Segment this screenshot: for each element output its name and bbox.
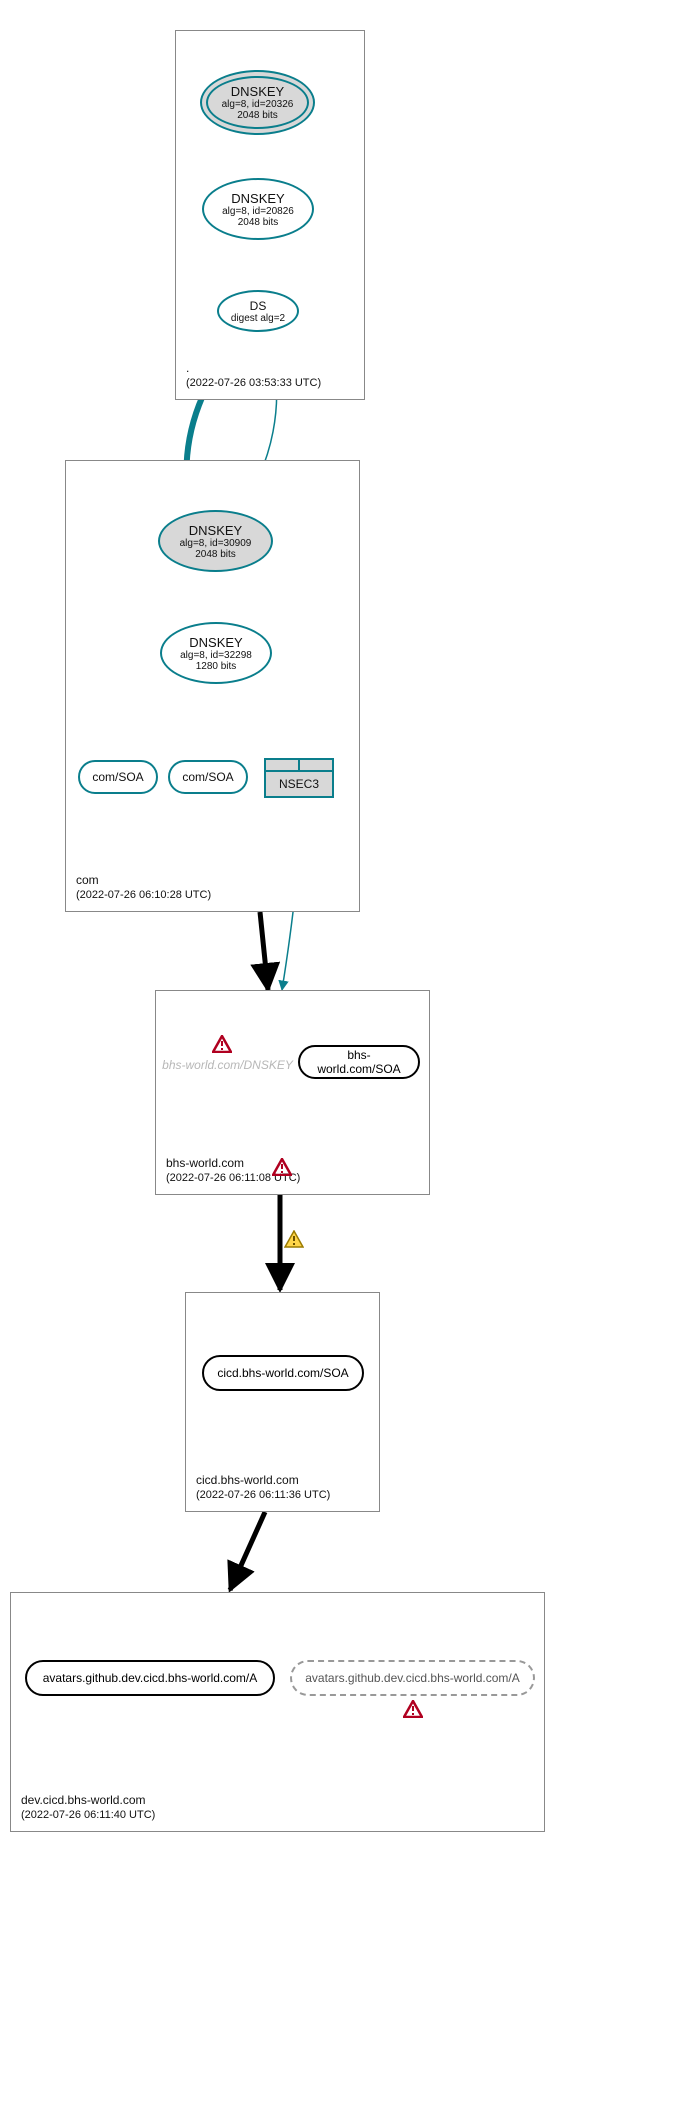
node-dev-a-1[interactable]: avatars.github.dev.cicd.bhs-world.com/A	[25, 1660, 275, 1696]
node-com-nsec3[interactable]: NSEC3	[264, 758, 334, 798]
zone-cicd-label: cicd.bhs-world.com (2022-07-26 06:11:36 …	[196, 1472, 330, 1503]
node-root-zsk-title: DNSKEY	[231, 191, 284, 206]
node-com-ksk[interactable]: DNSKEY alg=8, id=30909 2048 bits	[158, 510, 273, 572]
zone-dev-timestamp: (2022-07-26 06:11:40 UTC)	[21, 1808, 155, 1823]
node-cicd-soa[interactable]: cicd.bhs-world.com/SOA	[202, 1355, 364, 1391]
zone-com-timestamp: (2022-07-26 06:10:28 UTC)	[76, 888, 211, 903]
node-root-ksk[interactable]: DNSKEY alg=8, id=20326 2048 bits	[200, 70, 315, 135]
node-dev-a-2-label: avatars.github.dev.cicd.bhs-world.com/A	[305, 1671, 520, 1685]
node-root-ds-title: DS	[250, 299, 267, 313]
zone-cicd: cicd.bhs-world.com (2022-07-26 06:11:36 …	[185, 1292, 380, 1512]
zone-dev: dev.cicd.bhs-world.com (2022-07-26 06:11…	[10, 1592, 545, 1832]
zone-root-label: . (2022-07-26 03:53:33 UTC)	[186, 360, 321, 391]
node-com-zsk-alg: alg=8, id=32298	[180, 650, 252, 661]
node-root-ksk-bits: 2048 bits	[237, 110, 278, 121]
zone-dev-name: dev.cicd.bhs-world.com	[21, 1792, 155, 1808]
node-root-ds-alg: digest alg=2	[231, 313, 285, 324]
zone-root-name: .	[186, 360, 321, 376]
zone-cicd-timestamp: (2022-07-26 06:11:36 UTC)	[196, 1488, 330, 1503]
node-com-ksk-bits: 2048 bits	[195, 549, 236, 560]
node-com-soa-1-label: com/SOA	[92, 770, 143, 784]
node-root-zsk[interactable]: DNSKEY alg=8, id=20826 2048 bits	[202, 178, 314, 240]
node-root-ksk-title: DNSKEY	[231, 84, 284, 99]
node-com-zsk[interactable]: DNSKEY alg=8, id=32298 1280 bits	[160, 622, 272, 684]
zone-com-name: com	[76, 872, 211, 888]
node-com-ksk-title: DNSKEY	[189, 523, 242, 538]
node-dev-a-1-label: avatars.github.dev.cicd.bhs-world.com/A	[43, 1671, 258, 1685]
node-com-soa-1[interactable]: com/SOA	[78, 760, 158, 794]
node-com-soa-2[interactable]: com/SOA	[168, 760, 248, 794]
node-com-zsk-title: DNSKEY	[189, 635, 242, 650]
node-com-nsec3-label: NSEC3	[266, 772, 332, 796]
node-bhs-dnskey-ghost: bhs-world.com/DNSKEY	[160, 1058, 295, 1072]
warning-icon-dev-a-2	[403, 1700, 423, 1718]
zone-bhs-world: bhs-world.com (2022-07-26 06:11:08 UTC)	[155, 990, 430, 1195]
node-com-zsk-bits: 1280 bits	[196, 661, 237, 672]
diagram-canvas: . (2022-07-26 03:53:33 UTC) DNSKEY alg=8…	[0, 0, 699, 2127]
node-root-zsk-alg: alg=8, id=20826	[222, 206, 294, 217]
zone-root-timestamp: (2022-07-26 03:53:33 UTC)	[186, 376, 321, 391]
warning-icon-edge-bhs-to-cicd	[284, 1230, 304, 1248]
node-root-ksk-alg: alg=8, id=20326	[222, 99, 294, 110]
node-com-ksk-alg: alg=8, id=30909	[180, 538, 252, 549]
warning-icon-bhs-zone	[272, 1158, 292, 1176]
node-bhs-soa[interactable]: bhs-world.com/SOA	[298, 1045, 420, 1079]
warning-icon-bhs-dnskey	[212, 1035, 232, 1053]
node-cicd-soa-label: cicd.bhs-world.com/SOA	[217, 1366, 348, 1380]
zone-cicd-name: cicd.bhs-world.com	[196, 1472, 330, 1488]
zone-dev-label: dev.cicd.bhs-world.com (2022-07-26 06:11…	[21, 1792, 155, 1823]
node-bhs-dnskey-ghost-label: bhs-world.com/DNSKEY	[162, 1058, 293, 1072]
node-root-zsk-bits: 2048 bits	[238, 217, 279, 228]
zone-com-label: com (2022-07-26 06:10:28 UTC)	[76, 872, 211, 903]
node-dev-a-2[interactable]: avatars.github.dev.cicd.bhs-world.com/A	[290, 1660, 535, 1696]
node-com-soa-2-label: com/SOA	[182, 770, 233, 784]
node-root-ds[interactable]: DS digest alg=2	[217, 290, 299, 332]
node-bhs-soa-label: bhs-world.com/SOA	[310, 1048, 408, 1076]
